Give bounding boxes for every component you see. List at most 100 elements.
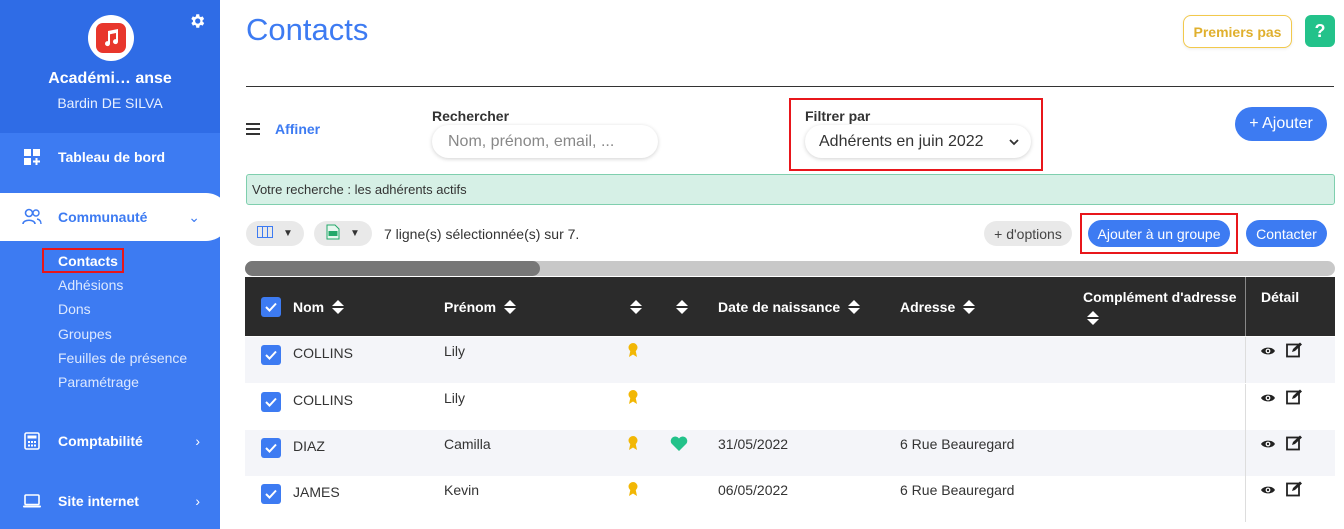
edit-icon[interactable] — [1286, 481, 1303, 500]
row-checkbox[interactable] — [261, 438, 281, 458]
view-eye-icon[interactable] — [1260, 483, 1276, 499]
column-header-dob[interactable]: Date de naissance — [718, 277, 861, 336]
menu-icon — [246, 120, 260, 138]
scrollbar-thumb[interactable] — [245, 261, 540, 276]
sort-icon — [504, 299, 517, 314]
column-header-address-complement[interactable]: Complément d'adresse — [1083, 277, 1237, 336]
edit-icon[interactable] — [1286, 389, 1303, 408]
chevron-right-icon: › — [195, 493, 200, 509]
cell-address: 6 Rue Beauregard — [900, 482, 1015, 498]
org-name: Académi… anse — [48, 70, 172, 87]
column-header-label: Prénom — [444, 298, 497, 315]
contact-button[interactable]: Contacter — [1246, 220, 1327, 247]
cell-prenom: Kevin — [444, 482, 480, 498]
row-checkbox[interactable] — [261, 484, 281, 504]
header-divider — [246, 86, 1334, 87]
app: Académi… anse Bardin DE SILVA Tableau de… — [0, 0, 1344, 529]
sidebar-item-website[interactable]: Site internet › — [0, 477, 220, 525]
affiner-label: Affiner — [275, 121, 321, 137]
sidebar-item-label: Comptabilité — [58, 433, 143, 449]
page-title: Contacts — [246, 12, 369, 47]
export-button[interactable]: ▼ — [314, 221, 372, 246]
caret-down-icon: ▼ — [283, 228, 293, 239]
sidebar-item-accounting[interactable]: Comptabilité › — [0, 417, 220, 465]
edit-icon[interactable] — [1286, 342, 1303, 361]
sort-icon — [630, 299, 642, 314]
member-badge-icon — [627, 389, 639, 408]
checkmark-icon — [261, 296, 281, 317]
search-label: Rechercher — [432, 108, 510, 124]
sidebar-item-label: Tableau de bord — [58, 149, 166, 165]
sort-icon — [332, 299, 345, 314]
more-options-button[interactable]: + d'options — [984, 221, 1072, 246]
view-eye-icon[interactable] — [1260, 437, 1276, 453]
sidebar-subitem-attendance[interactable]: Feuilles de présence — [58, 350, 187, 366]
cell-prenom: Camilla — [444, 436, 491, 452]
add-to-group-button[interactable]: Ajouter à un groupe — [1088, 220, 1230, 247]
cell-nom: JAMES — [293, 484, 340, 500]
select-all-checkbox[interactable] — [261, 277, 281, 336]
cell-nom: COLLINS — [293, 345, 353, 361]
filter-label: Filtrer par — [805, 108, 871, 124]
add-contact-button[interactable]: + Ajouter — [1235, 107, 1327, 141]
column-divider — [1245, 277, 1246, 336]
column-header-prenom[interactable]: Prénom — [444, 277, 517, 336]
xls-file-icon — [326, 224, 340, 243]
premiers-pas-button[interactable]: Premiers pas — [1183, 15, 1292, 48]
table-row: COLLINS Lily — [245, 384, 1335, 430]
column-divider — [1245, 384, 1246, 430]
cell-prenom: Lily — [444, 343, 466, 359]
columns-toggle-button[interactable]: ▼ — [246, 221, 304, 246]
column-header-address[interactable]: Adresse — [900, 277, 976, 336]
edit-icon[interactable] — [1286, 435, 1303, 454]
cell-dob: 06/05/2022 — [718, 482, 789, 498]
column-divider — [1245, 430, 1246, 476]
selection-count: 7 ligne(s) sélectionnée(s) sur 7. — [384, 226, 580, 242]
sidebar-subitem-settings[interactable]: Paramétrage — [58, 374, 139, 390]
view-eye-icon[interactable] — [1260, 391, 1276, 407]
affiner-toggle[interactable]: Affiner — [246, 120, 320, 138]
columns-icon — [257, 226, 274, 241]
column-header-favorite[interactable] — [668, 277, 688, 336]
sidebar-subitem-dons[interactable]: Dons — [58, 301, 91, 317]
sidebar-item-community[interactable]: Communauté ⌄ — [0, 193, 230, 241]
heart-icon — [670, 436, 688, 454]
gear-icon[interactable] — [188, 12, 206, 30]
member-badge-icon — [627, 481, 639, 500]
table-header: Nom Prénom Date de naissance Adresse Com… — [245, 277, 1335, 336]
search-input[interactable] — [432, 125, 658, 158]
filter-select[interactable]: Adhérents en juin 2022 — [805, 125, 1031, 158]
sort-icon — [963, 299, 976, 314]
column-divider — [1245, 337, 1246, 383]
sidebar-item-dashboard[interactable]: Tableau de bord — [0, 133, 220, 181]
dashboard-icon — [22, 147, 42, 167]
laptop-icon — [22, 491, 42, 511]
sort-icon — [848, 299, 861, 314]
user-name: Bardin DE SILVA — [57, 95, 163, 111]
sidebar-item-label: Site internet — [58, 493, 139, 509]
sidebar-subitem-adhesions[interactable]: Adhésions — [58, 277, 123, 293]
org-logo[interactable] — [88, 15, 134, 61]
member-badge-icon — [627, 435, 639, 454]
column-header-badge[interactable] — [622, 277, 642, 336]
row-checkbox[interactable] — [261, 345, 281, 365]
caret-down-icon: ▼ — [350, 228, 360, 239]
chevron-down-icon — [1009, 133, 1019, 151]
column-header-label: Adresse — [900, 298, 956, 315]
column-divider — [1245, 476, 1246, 522]
column-header-nom[interactable]: Nom — [293, 277, 345, 336]
sort-icon — [676, 299, 688, 314]
row-checkbox[interactable] — [261, 392, 281, 412]
column-header-label: Nom — [293, 298, 325, 315]
column-header-detail: Détail — [1261, 289, 1300, 305]
sidebar-subitem-groupes[interactable]: Groupes — [58, 326, 112, 342]
music-note-icon — [96, 23, 126, 53]
calculator-icon — [22, 431, 42, 451]
view-eye-icon[interactable] — [1260, 344, 1276, 360]
column-header-label: Date de naissance — [718, 298, 841, 315]
search-summary-banner: Votre recherche : les adhérents actifs — [246, 174, 1335, 205]
help-button[interactable]: ? — [1305, 15, 1335, 47]
cell-prenom: Lily — [444, 390, 466, 406]
sidebar-item-label: Communauté — [58, 209, 148, 225]
cell-dob: 31/05/2022 — [718, 436, 789, 452]
